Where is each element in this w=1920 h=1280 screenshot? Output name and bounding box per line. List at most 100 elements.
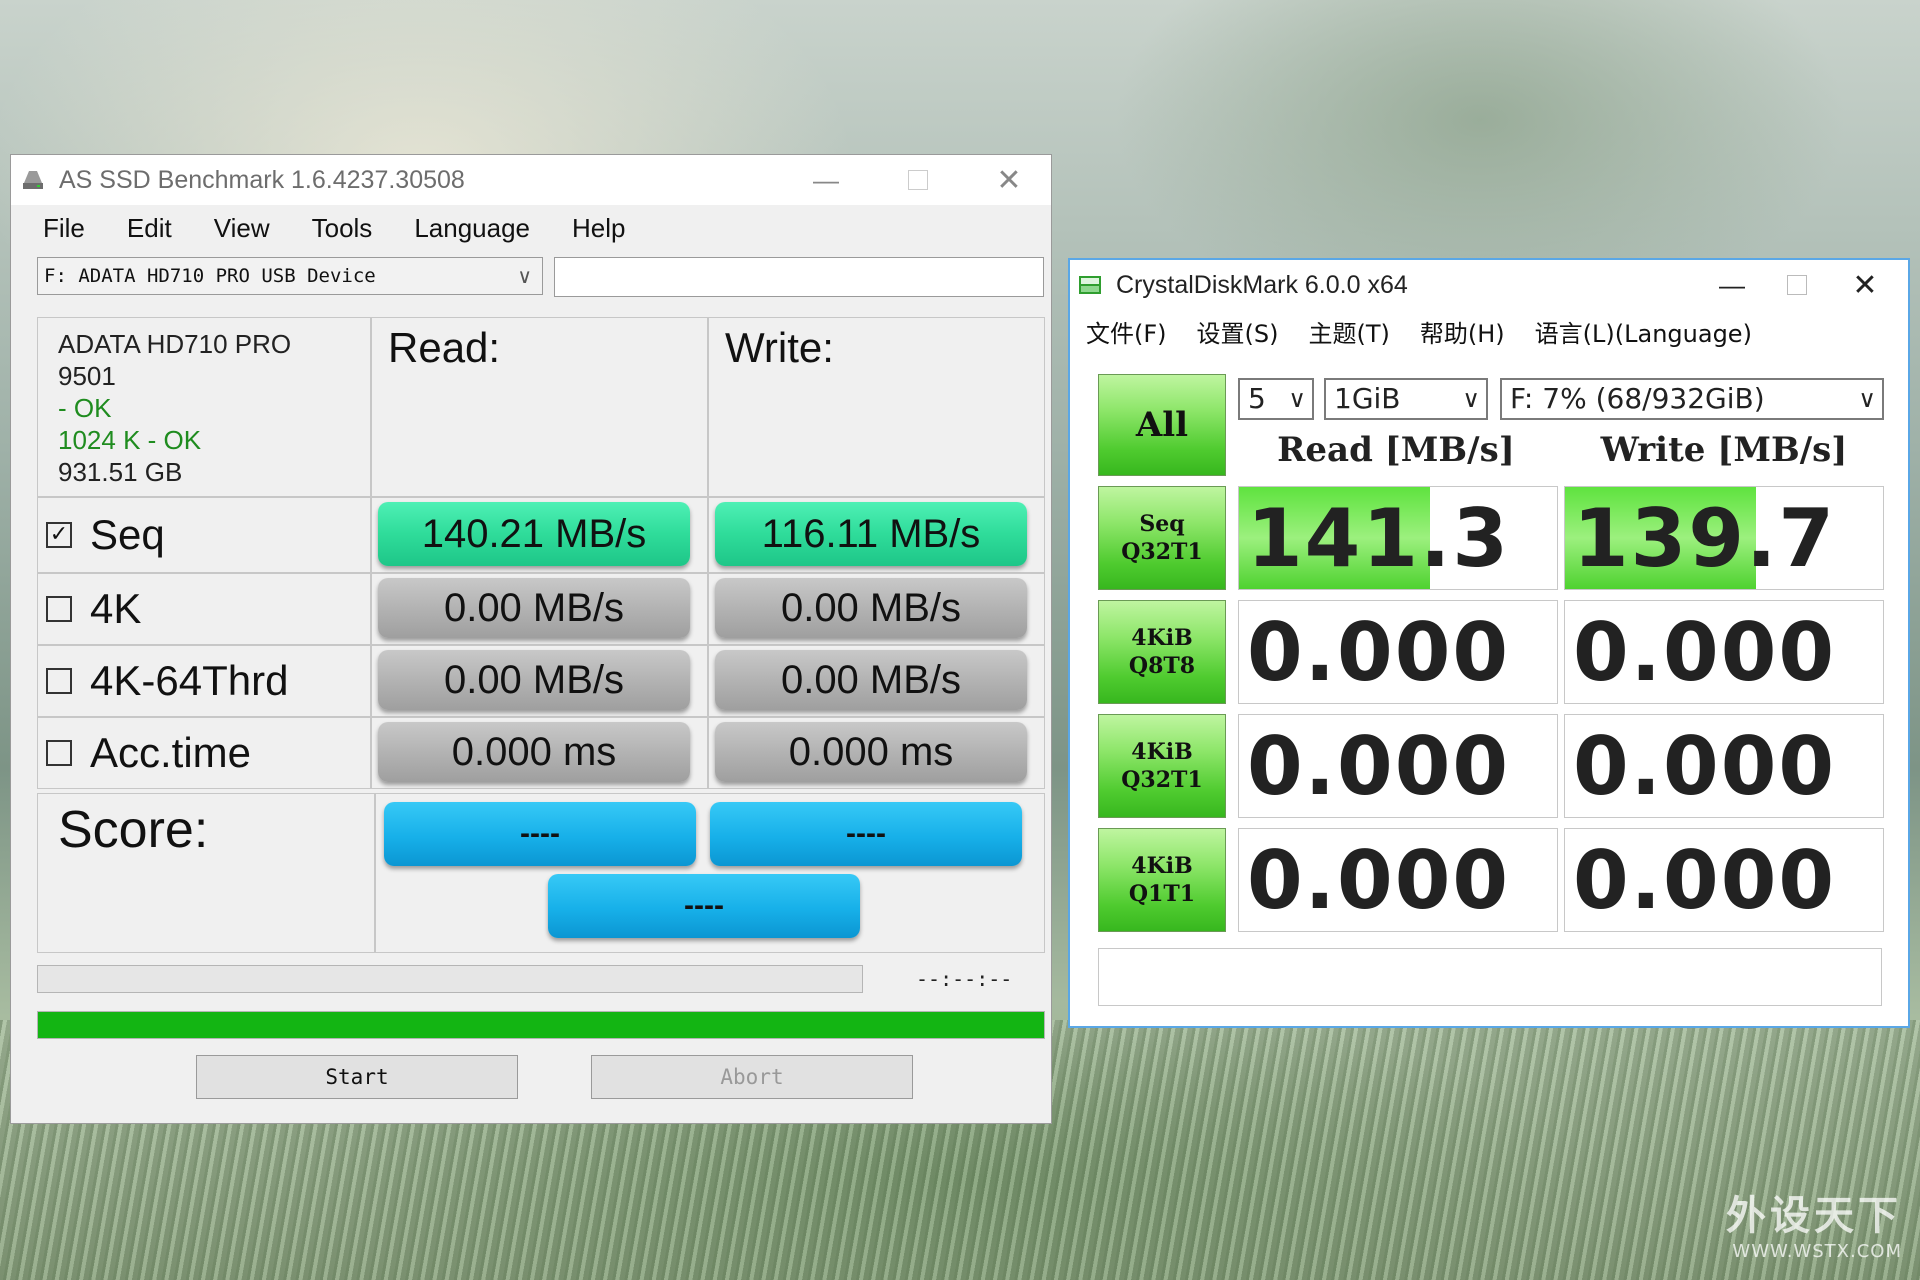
seq-q32t1-read-value: 141.3 xyxy=(1247,491,1511,585)
chevron-down-icon: ∨ xyxy=(517,264,532,288)
4k-write-value: 0.00 MB/s xyxy=(715,578,1027,638)
acc-time-checkbox[interactable] xyxy=(46,740,72,766)
4kib-q32t1-write-cell: 0.000 xyxy=(1564,714,1884,818)
menu-tools[interactable]: Tools xyxy=(312,213,373,244)
as-ssd-window: AS SSD Benchmark 1.6.4237.30508 — ✕ File… xyxy=(10,154,1052,1124)
cdm-title: CrystalDiskMark 6.0.0 x64 xyxy=(1116,270,1408,299)
read-header: Read: xyxy=(371,317,708,497)
row-4k-64thrd: 4K-64Thrd xyxy=(37,645,371,717)
seq-q32t1-write-value: 139.7 xyxy=(1573,491,1837,585)
score-write: ---- xyxy=(710,802,1022,866)
test-label-line1: Seq xyxy=(1139,511,1185,537)
test-label-line2: Q1T1 xyxy=(1128,881,1196,907)
as-ssd-menubar: File Edit View Tools Language Help xyxy=(11,205,1051,251)
4k-64thrd-read-value: 0.00 MB/s xyxy=(378,650,690,710)
menu-language[interactable]: Language xyxy=(414,213,530,244)
seq-read-value: 140.21 MB/s xyxy=(378,502,690,566)
seq-write-cell: 116.11 MB/s xyxy=(708,497,1045,573)
size-select[interactable]: 1GiB ∨ xyxy=(1324,378,1488,420)
cdm-menu-file[interactable]: 文件(F) xyxy=(1086,314,1167,349)
4kib-q1t1-read-value: 0.000 xyxy=(1247,833,1511,927)
seq-write-value: 116.11 MB/s xyxy=(715,502,1027,566)
cdm-minimize-button[interactable]: — xyxy=(1702,260,1762,310)
menu-help[interactable]: Help xyxy=(572,213,625,244)
minimize-button[interactable]: — xyxy=(796,155,856,205)
cdm-menu-help[interactable]: 帮助(H) xyxy=(1420,314,1505,349)
4kib-q32t1-button[interactable]: 4KiB Q32T1 xyxy=(1098,714,1226,818)
start-button[interactable]: Start xyxy=(196,1055,518,1099)
maximize-icon xyxy=(1787,275,1807,295)
4k-64thrd-write-cell: 0.00 MB/s xyxy=(708,645,1045,717)
drive-firmware: 9501 xyxy=(58,361,116,391)
score-panel: ---- ---- ---- xyxy=(375,793,1045,953)
4k-64thrd-read-cell: 0.00 MB/s xyxy=(371,645,708,717)
test-label-line1: 4KiB xyxy=(1131,739,1193,765)
4kib-q1t1-button[interactable]: 4KiB Q1T1 xyxy=(1098,828,1226,932)
abort-button[interactable]: Abort xyxy=(591,1055,913,1099)
size-value: 1GiB xyxy=(1334,382,1401,415)
drive-info-field[interactable] xyxy=(554,257,1044,297)
row-acc-time: Acc.time xyxy=(37,717,371,789)
4kib-q1t1-write-cell: 0.000 xyxy=(1564,828,1884,932)
4kib-q32t1-read-cell: 0.000 xyxy=(1238,714,1558,818)
as-ssd-titlebar[interactable]: AS SSD Benchmark 1.6.4237.30508 — ✕ xyxy=(11,155,1051,205)
4kib-q8t8-write-cell: 0.000 xyxy=(1564,600,1884,704)
test-label-line1: 4KiB xyxy=(1131,625,1193,651)
4kib-q32t1-write-value: 0.000 xyxy=(1573,719,1837,813)
4kib-q8t8-button[interactable]: 4KiB Q8T8 xyxy=(1098,600,1226,704)
menu-edit[interactable]: Edit xyxy=(127,213,172,244)
4k-64thrd-write-value: 0.00 MB/s xyxy=(715,650,1027,710)
score-total: ---- xyxy=(548,874,860,938)
drive-app-icon xyxy=(23,171,43,189)
cdm-menubar: 文件(F) 设置(S) 主题(T) 帮助(H) 语言(L)(Language) xyxy=(1070,310,1908,352)
menu-view[interactable]: View xyxy=(214,213,270,244)
cdm-menu-theme[interactable]: 主题(T) xyxy=(1309,314,1390,349)
as-ssd-title: AS SSD Benchmark 1.6.4237.30508 xyxy=(59,165,465,194)
acc-time-read-value: 0.000 ms xyxy=(378,722,690,782)
count-value: 5 xyxy=(1248,382,1266,415)
drive-capacity: 931.51 GB xyxy=(58,457,183,487)
disk-app-icon xyxy=(1079,276,1101,294)
alignment-status: 1024 K - OK xyxy=(58,425,202,455)
cdm-titlebar[interactable]: CrystalDiskMark 6.0.0 x64 — ✕ xyxy=(1070,260,1908,310)
4kib-q1t1-read-cell: 0.000 xyxy=(1238,828,1558,932)
all-button[interactable]: All xyxy=(1098,374,1226,476)
maximize-icon xyxy=(908,170,928,190)
chevron-down-icon: ∨ xyxy=(1858,385,1876,413)
4k-checkbox[interactable] xyxy=(46,596,72,622)
close-button[interactable]: ✕ xyxy=(979,155,1039,205)
drive-info-panel: ADATA HD710 PRO 9501 - OK 1024 K - OK 93… xyxy=(37,317,371,497)
cdm-menu-language[interactable]: 语言(L)(Language) xyxy=(1535,314,1752,349)
count-select[interactable]: 5 ∨ xyxy=(1238,378,1314,420)
comment-field[interactable] xyxy=(1098,948,1882,1006)
4k-read-value: 0.00 MB/s xyxy=(378,578,690,638)
total-progress-bar xyxy=(37,1011,1045,1039)
cdm-close-button[interactable]: ✕ xyxy=(1835,260,1895,310)
score-label: Score: xyxy=(37,793,375,953)
acc-time-write-value: 0.000 ms xyxy=(715,722,1027,782)
elapsed-time: --:--:-- xyxy=(916,967,1013,991)
4k-64thrd-checkbox[interactable] xyxy=(46,668,72,694)
4kib-q32t1-read-value: 0.000 xyxy=(1247,719,1511,813)
4k-read-cell: 0.00 MB/s xyxy=(371,573,708,645)
menu-file[interactable]: File xyxy=(43,213,85,244)
drive-select[interactable]: F: ADATA HD710 PRO USB Device ∨ xyxy=(37,257,543,295)
chevron-down-icon: ∨ xyxy=(1288,385,1306,413)
test-label-line2: Q32T1 xyxy=(1121,539,1203,565)
watermark: 外设天下 WWW.WSTX.COM xyxy=(1726,1183,1902,1262)
score-read: ---- xyxy=(384,802,696,866)
seq-q32t1-button[interactable]: Seq Q32T1 xyxy=(1098,486,1226,590)
test-progress-bar xyxy=(37,965,863,993)
4kib-q8t8-read-cell: 0.000 xyxy=(1238,600,1558,704)
cdm-write-header: Write [MB/s] xyxy=(1600,430,1848,470)
cdm-maximize-button[interactable] xyxy=(1767,260,1827,310)
cdm-menu-settings[interactable]: 设置(S) xyxy=(1197,314,1279,349)
seq-checkbox[interactable]: ✓ xyxy=(46,522,72,548)
maximize-button[interactable] xyxy=(888,155,948,205)
close-icon: ✕ xyxy=(996,163,1022,197)
drive-select[interactable]: F: 7% (68/932GiB) ∨ xyxy=(1500,378,1884,420)
row-acc-time-label: Acc.time xyxy=(90,729,252,776)
test-label-line2: Q8T8 xyxy=(1128,653,1196,679)
4k-write-cell: 0.00 MB/s xyxy=(708,573,1045,645)
drive-model: ADATA HD710 PRO xyxy=(58,329,292,359)
